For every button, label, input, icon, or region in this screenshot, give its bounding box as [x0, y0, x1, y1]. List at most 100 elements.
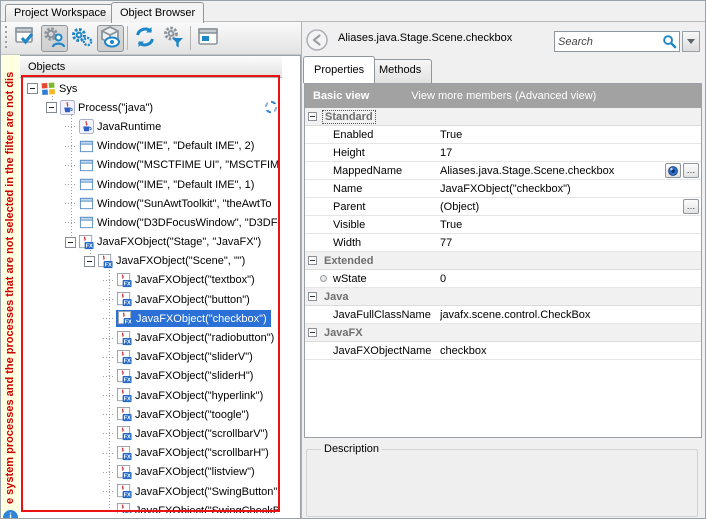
advanced-view-link[interactable]: View more members (Advanced view) — [411, 90, 596, 102]
tree-connector — [103, 414, 114, 415]
tree-item-window-msctfime-ui-msctfime[interactable]: Window("MSCTFIME UI", "MSCTFIME — [23, 156, 278, 175]
svg-text:FX: FX — [124, 512, 131, 513]
tree-item-window-d3dfocuswindow-d3dfo[interactable]: Window("D3DFocusWindow", "D3DFo — [23, 213, 278, 232]
property-row-mappedname[interactable]: MappedNameAliases.java.Stage.Scene.check… — [305, 162, 701, 180]
property-value[interactable]: checkbox — [440, 345, 661, 357]
collapse-expander-icon[interactable] — [308, 292, 317, 301]
property-group-java[interactable]: Java — [305, 288, 701, 306]
property-row-javafullclassname[interactable]: JavaFullClassName javafx.scene.control.Ch… — [305, 306, 701, 324]
tree-item-label: JavaFXObject("sliderH") — [135, 370, 253, 382]
toolbar-button-window-check[interactable] — [13, 25, 40, 52]
tree-connector — [103, 453, 114, 454]
ellipsis-button[interactable]: … — [683, 163, 699, 178]
property-row-width[interactable]: Width77 — [305, 234, 701, 252]
collapse-expander-icon[interactable] — [308, 112, 317, 121]
tree-item-window-ime-default-ime-2[interactable]: Window("IME", "Default IME", 2) — [23, 137, 278, 156]
tree-item-javafxobject-scrollbarv[interactable]: FXJavaFXObject("scrollbarV") — [23, 424, 278, 443]
search-options-dropdown[interactable] — [682, 31, 700, 52]
tree-item-label: JavaFXObject("textbox") — [135, 274, 255, 286]
window-icon — [79, 196, 94, 211]
tree-item-javafxobject-radiobutton[interactable]: FXJavaFXObject("radiobutton") — [23, 328, 278, 347]
property-value[interactable]: JavaFXObject("checkbox") — [440, 183, 661, 195]
collapse-expander-icon[interactable] — [46, 102, 57, 113]
object-browser-window: Project Workspace Object Browser e syste… — [0, 0, 706, 519]
tab-methods[interactable]: Methods — [368, 59, 432, 83]
tree-item-javafxobject-toogle[interactable]: FXJavaFXObject("toogle") — [23, 405, 278, 424]
tab-properties[interactable]: Properties — [303, 56, 375, 83]
property-row-visible[interactable]: VisibleTrue — [305, 216, 701, 234]
tree-item-javafxobject-textbox[interactable]: FXJavaFXObject("textbox") — [23, 271, 278, 290]
tree-connector — [103, 395, 114, 396]
property-row-javafxobjectname[interactable]: JavaFXObjectNamecheckbox — [305, 342, 701, 360]
object-details-panel: Aliases.java.Stage.Scene.checkbox Proper… — [301, 22, 706, 519]
tree-item-javafxobject-button[interactable]: FXJavaFXObject("button") — [23, 290, 278, 309]
tree-item-javafxobject-scene[interactable]: FXJavaFXObject("Scene", "") — [23, 252, 278, 271]
property-row-height[interactable]: Height17 — [305, 144, 701, 162]
tree-item-javafxobject-swingcheckb[interactable]: FXJavaFXObject("SwingCheckB — [23, 501, 278, 513]
collapse-expander-icon[interactable] — [308, 256, 317, 265]
property-row-enabled[interactable]: EnabledTrue — [305, 126, 701, 144]
tree-item-javafxobject-hyperlink[interactable]: FXJavaFXObject("hyperlink") — [23, 386, 278, 405]
property-group-standard[interactable]: Standard — [305, 108, 701, 126]
tree-item-javafxobject-listview[interactable]: FXJavaFXObject("listview") — [23, 463, 278, 482]
toolbar-button-refresh[interactable] — [132, 25, 159, 52]
toolbar-grip[interactable] — [4, 26, 8, 50]
toolbar-button-cube-eye[interactable] — [97, 25, 124, 52]
tree-item-javaruntime[interactable]: JavaRuntime — [23, 117, 278, 136]
tree-item-label: Window("IME", "Default IME", 1) — [97, 179, 254, 191]
tree-item-label: Window("IME", "Default IME", 2) — [97, 140, 254, 152]
tab-object-browser[interactable]: Object Browser — [111, 2, 204, 23]
tab-project-workspace[interactable]: Project Workspace — [5, 4, 115, 22]
tree-item-process-java[interactable]: Process("java") — [23, 98, 278, 117]
ellipsis-button[interactable]: … — [683, 199, 699, 214]
search-icon[interactable] — [659, 32, 679, 51]
toolbar-button-gears[interactable] — [69, 25, 96, 52]
property-value[interactable]: javafx.scene.control.CheckBox — [440, 309, 661, 321]
property-value[interactable]: 77 — [440, 237, 661, 249]
filter-note-strip: e system processes and the processes tha… — [1, 55, 20, 519]
collapse-expander-icon[interactable] — [84, 256, 95, 267]
property-value[interactable]: Aliases.java.Stage.Scene.checkbox — [440, 165, 661, 177]
back-button[interactable] — [306, 29, 328, 51]
property-value[interactable]: 0 — [440, 273, 661, 285]
property-row-name[interactable]: NameJavaFXObject("checkbox") — [305, 180, 701, 198]
tree-connector — [103, 433, 114, 434]
object-nav-bar: Aliases.java.Stage.Scene.checkbox — [302, 22, 706, 56]
view-value-eye-icon[interactable] — [665, 163, 681, 178]
tree-connector — [103, 472, 114, 473]
object-browser-toolbar — [1, 22, 301, 55]
tree-item-javafxobject-sliderv[interactable]: FXJavaFXObject("sliderV") — [23, 348, 278, 367]
toolbar-button-window-panel[interactable] — [195, 25, 222, 52]
java-icon — [60, 100, 75, 115]
tree-item-window-ime-default-ime-1[interactable]: Window("IME", "Default IME", 1) — [23, 175, 278, 194]
tree-item-label: JavaFXObject("listview") — [135, 466, 255, 478]
collapse-expander-icon[interactable] — [308, 328, 317, 337]
property-name: JavaFullClassName — [333, 309, 431, 321]
property-row-wstate[interactable]: wState0 — [305, 270, 701, 288]
tree-connector — [103, 299, 114, 300]
tree-item-window-sunawttoolkit-theawtto[interactable]: Window("SunAwtToolkit", "theAwtTo — [23, 194, 278, 213]
property-value[interactable]: 17 — [440, 147, 661, 159]
property-value[interactable]: True — [440, 129, 661, 141]
property-grid: Basic view View more members (Advanced v… — [304, 83, 702, 438]
tree-item-javafxobject-checkbox[interactable]: FXJavaFXObject("checkbox") — [23, 309, 278, 328]
tree-item-javafxobject-stage-javafx[interactable]: FXJavaFXObject("Stage", "JavaFX") — [23, 233, 278, 252]
collapse-expander-icon[interactable] — [65, 237, 76, 248]
property-row-parent[interactable]: Parent(Object)… — [305, 198, 701, 216]
javafx-icon: FX — [117, 273, 132, 288]
tree-item-label: JavaRuntime — [97, 121, 161, 133]
property-value[interactable]: (Object) — [440, 201, 661, 213]
property-group-extended[interactable]: Extended — [305, 252, 701, 270]
tree-item-javafxobject-sliderh[interactable]: FXJavaFXObject("sliderH") — [23, 367, 278, 386]
property-group-javafx[interactable]: JavaFX — [305, 324, 701, 342]
tree-item-javafxobject-scrollbarh[interactable]: FXJavaFXObject("scrollbarH") — [23, 444, 278, 463]
tree-connector — [103, 280, 114, 281]
tree-item-javafxobject-swingbutton[interactable]: FXJavaFXObject("SwingButton" — [23, 482, 278, 501]
toolbar-button-gears-user[interactable] — [41, 25, 68, 52]
tree-item-sys[interactable]: Sys — [23, 79, 278, 98]
property-group-label: Java — [322, 291, 350, 303]
collapse-expander-icon[interactable] — [27, 83, 38, 94]
property-value[interactable]: True — [440, 219, 661, 231]
search-input[interactable] — [555, 33, 659, 50]
toolbar-button-gear-filter[interactable] — [160, 25, 187, 52]
